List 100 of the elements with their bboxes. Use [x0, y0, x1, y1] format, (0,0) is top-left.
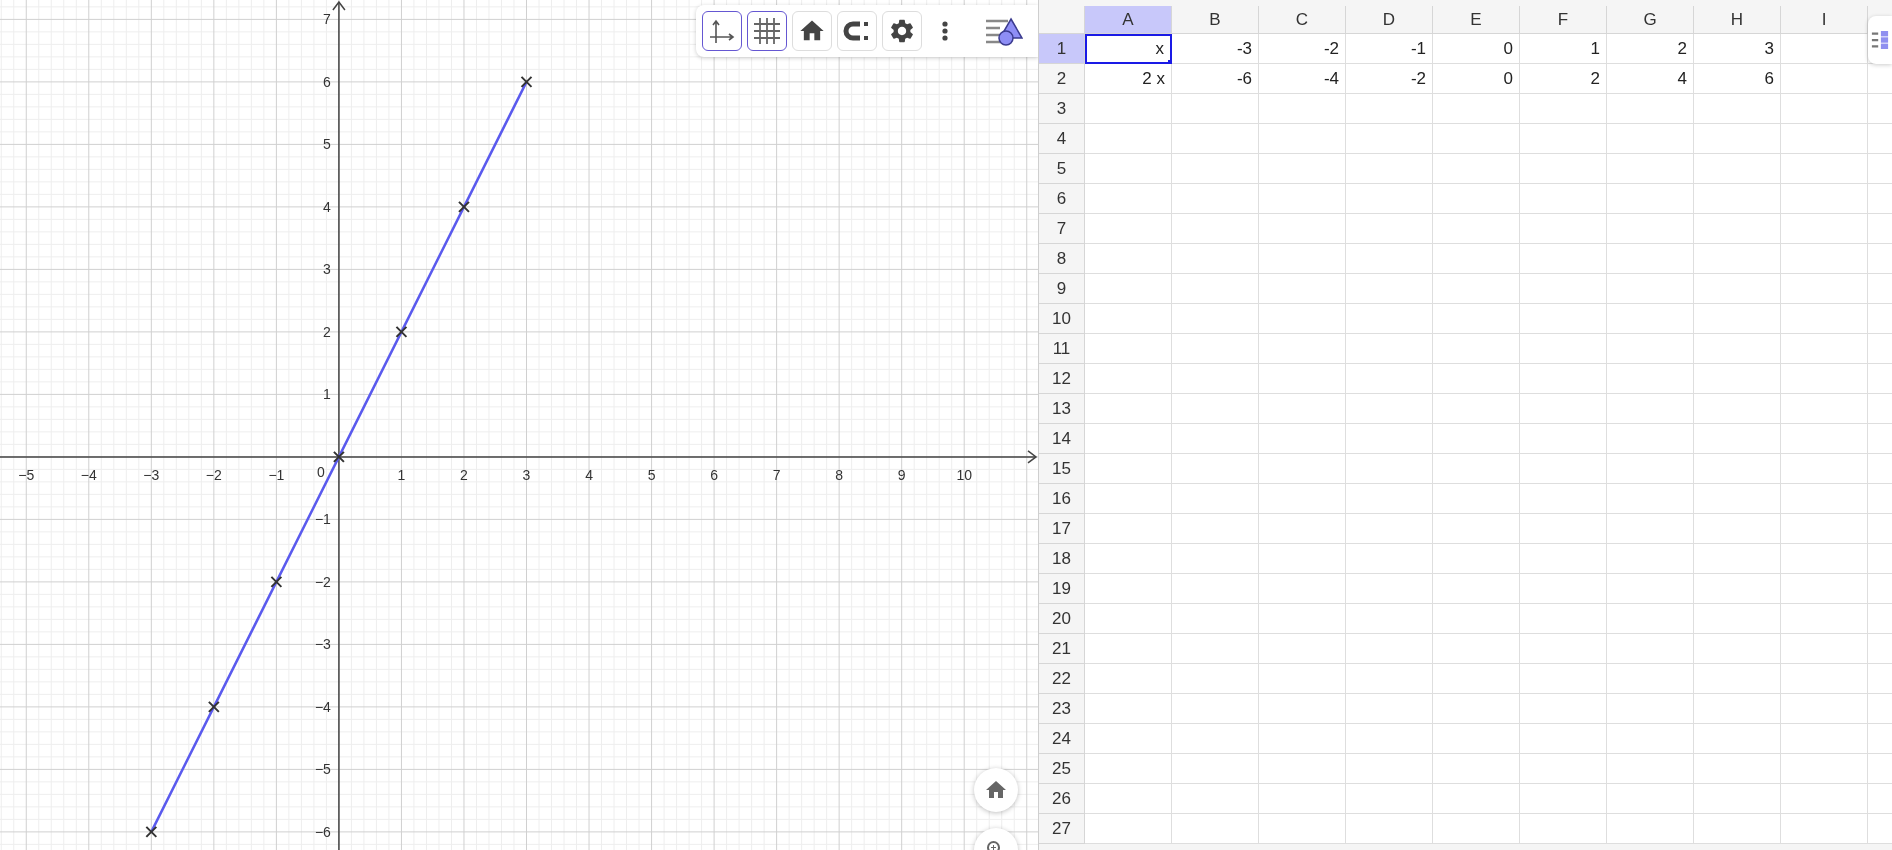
table-cell[interactable]: [1085, 184, 1172, 214]
table-cell[interactable]: [1172, 454, 1259, 484]
table-cell[interactable]: [1694, 784, 1781, 814]
table-cell[interactable]: 0: [1433, 34, 1520, 64]
table-cell[interactable]: [1781, 664, 1868, 694]
table-cell[interactable]: [1694, 274, 1781, 304]
table-cell[interactable]: [1607, 94, 1694, 124]
table-cell[interactable]: [1172, 424, 1259, 454]
table-cell[interactable]: [1259, 364, 1346, 394]
table-cell[interactable]: [1520, 214, 1607, 244]
row-header[interactable]: 12: [1039, 364, 1085, 394]
table-cell[interactable]: [1520, 274, 1607, 304]
table-cell[interactable]: [1694, 664, 1781, 694]
table-cell[interactable]: [1433, 574, 1520, 604]
row-header[interactable]: 6: [1039, 184, 1085, 214]
table-cell[interactable]: [1520, 604, 1607, 634]
table-cell[interactable]: [1172, 784, 1259, 814]
table-cell[interactable]: [1172, 814, 1259, 844]
row-header[interactable]: 14: [1039, 424, 1085, 454]
table-cell[interactable]: [1433, 604, 1520, 634]
table-cell[interactable]: [1259, 784, 1346, 814]
table-cell[interactable]: [1607, 544, 1694, 574]
row-header[interactable]: 25: [1039, 754, 1085, 784]
table-cell[interactable]: 4: [1607, 64, 1694, 94]
table-cell[interactable]: [1607, 724, 1694, 754]
table-cell[interactable]: [1607, 154, 1694, 184]
table-cell[interactable]: [1085, 214, 1172, 244]
table-cell[interactable]: [1520, 454, 1607, 484]
table-cell[interactable]: [1346, 454, 1433, 484]
table-cell[interactable]: -4: [1259, 64, 1346, 94]
row-header[interactable]: 4: [1039, 124, 1085, 154]
table-cell[interactable]: -3: [1172, 34, 1259, 64]
column-header[interactable]: I: [1781, 6, 1868, 34]
table-cell[interactable]: [1607, 814, 1694, 844]
table-cell[interactable]: [1085, 424, 1172, 454]
table-cell[interactable]: [1433, 724, 1520, 754]
row-header[interactable]: 2: [1039, 64, 1085, 94]
table-cell[interactable]: [1781, 244, 1868, 274]
table-cell[interactable]: [1520, 544, 1607, 574]
table-cell[interactable]: [1259, 184, 1346, 214]
table-cell[interactable]: [1520, 394, 1607, 424]
table-cell[interactable]: [1172, 664, 1259, 694]
table-cell[interactable]: [1259, 484, 1346, 514]
column-header[interactable]: B: [1172, 6, 1259, 34]
table-cell[interactable]: [1259, 304, 1346, 334]
table-cell[interactable]: [1259, 94, 1346, 124]
table-cell[interactable]: [1085, 514, 1172, 544]
table-cell[interactable]: [1433, 424, 1520, 454]
table-cell[interactable]: [1085, 574, 1172, 604]
table-cell[interactable]: -2: [1259, 34, 1346, 64]
table-cell[interactable]: [1172, 394, 1259, 424]
table-cell[interactable]: [1607, 394, 1694, 424]
table-cell[interactable]: [1520, 634, 1607, 664]
row-header[interactable]: 10: [1039, 304, 1085, 334]
table-cell[interactable]: [1520, 784, 1607, 814]
table-cell[interactable]: [1607, 334, 1694, 364]
table-cell[interactable]: [1520, 574, 1607, 604]
table-cell[interactable]: [1607, 604, 1694, 634]
table-cell[interactable]: [1520, 184, 1607, 214]
table-cell[interactable]: [1433, 394, 1520, 424]
table-cell[interactable]: [1520, 334, 1607, 364]
table-cell[interactable]: [1781, 814, 1868, 844]
table-cell[interactable]: [1694, 574, 1781, 604]
table-cell[interactable]: [1259, 514, 1346, 544]
table-cell[interactable]: [1433, 94, 1520, 124]
table-cell[interactable]: [1172, 694, 1259, 724]
table-cell[interactable]: [1085, 244, 1172, 274]
table-cell[interactable]: [1781, 634, 1868, 664]
table-cell[interactable]: [1172, 484, 1259, 514]
table-cell[interactable]: [1259, 664, 1346, 694]
table-cell[interactable]: [1259, 454, 1346, 484]
table-cell[interactable]: [1172, 364, 1259, 394]
table-cell[interactable]: [1259, 154, 1346, 184]
style-bar-button[interactable]: [1868, 16, 1892, 64]
table-cell[interactable]: [1607, 424, 1694, 454]
table-cell[interactable]: [1259, 424, 1346, 454]
table-cell[interactable]: [1346, 574, 1433, 604]
table-cell[interactable]: [1085, 814, 1172, 844]
table-cell[interactable]: [1607, 664, 1694, 694]
table-cell[interactable]: [1781, 94, 1868, 124]
table-cell[interactable]: [1433, 754, 1520, 784]
table-cell[interactable]: [1694, 154, 1781, 184]
table-cell[interactable]: [1694, 754, 1781, 784]
table-cell[interactable]: [1694, 634, 1781, 664]
row-header[interactable]: 22: [1039, 664, 1085, 694]
row-header[interactable]: 11: [1039, 334, 1085, 364]
table-cell[interactable]: [1433, 364, 1520, 394]
table-cell[interactable]: [1259, 724, 1346, 754]
table-cell[interactable]: -1: [1346, 34, 1433, 64]
table-cell[interactable]: [1172, 184, 1259, 214]
table-cell[interactable]: [1520, 124, 1607, 154]
row-header[interactable]: 26: [1039, 784, 1085, 814]
table-cell[interactable]: [1259, 394, 1346, 424]
table-cell[interactable]: [1259, 244, 1346, 274]
table-cell[interactable]: [1433, 634, 1520, 664]
table-cell[interactable]: [1259, 334, 1346, 364]
table-cell[interactable]: [1346, 94, 1433, 124]
table-cell[interactable]: [1346, 334, 1433, 364]
table-cell[interactable]: [1346, 814, 1433, 844]
table-cell[interactable]: [1694, 394, 1781, 424]
